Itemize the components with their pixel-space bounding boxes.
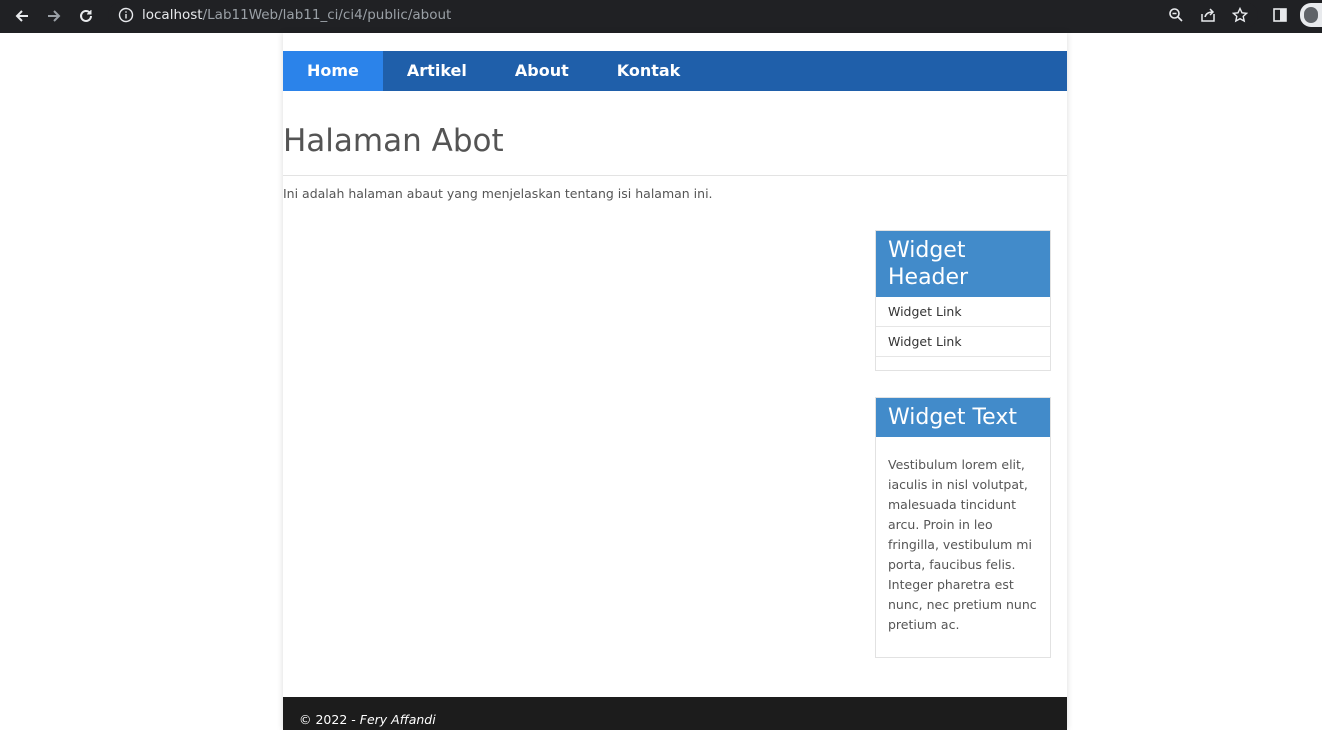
widget-text: Widget Text Vestibulum lorem elit, iacul… [875,397,1051,658]
page-viewport: Home Artikel About Kontak Halaman Abot I… [0,33,1322,730]
nav-item-home[interactable]: Home [283,51,383,91]
widget-links: Widget Header Widget Link Widget Link [875,230,1051,371]
intro-text: Ini adalah halaman abaut yang menjelaska… [283,186,713,201]
widget-text-title: Widget Text [876,398,1050,437]
page-title: Halaman Abot [283,123,504,159]
side-panel-icon [1273,8,1287,22]
forward-arrow-icon [48,10,61,22]
share-icon [1201,8,1215,22]
widget-text-body: Vestibulum lorem elit, iaculis in nisl v… [888,457,1037,632]
widget-spacer [876,357,1050,370]
footer-copyright: © 2022 - [299,712,360,727]
info-icon[interactable] [118,7,134,23]
url-path: /Lab11Web/lab11_ci/ci4/public/about [202,7,452,23]
reload-button[interactable] [73,3,99,29]
bookmark-button[interactable] [1230,5,1250,25]
site-footer: © 2022 - Fery Affandi [283,697,1067,730]
forward-button[interactable] [41,3,67,29]
main-nav: Home Artikel About Kontak [283,51,1067,91]
title-divider [283,175,1067,176]
back-arrow-icon [15,10,28,22]
widget-header-title: Widget Header [876,231,1050,297]
nav-item-kontak[interactable]: Kontak [593,51,705,91]
back-button[interactable] [9,3,35,29]
url-host: localhost [142,7,203,23]
nav-item-about[interactable]: About [491,51,593,91]
zoom-button[interactable] [1166,5,1186,25]
widget-link[interactable]: Widget Link [876,297,1050,327]
widget-link[interactable]: Widget Link [876,327,1050,357]
browser-toolbar: localhost/Lab11Web/lab11_ci/ci4/public/a… [0,0,1322,33]
star-icon [1232,7,1248,23]
zoom-icon [1169,8,1183,22]
reload-icon [80,9,92,22]
address-bar[interactable]: localhost/Lab11Web/lab11_ci/ci4/public/a… [108,2,1258,28]
footer-author: Fery Affandi [359,712,436,727]
side-panel-button[interactable] [1270,5,1290,25]
nav-item-artikel[interactable]: Artikel [383,51,491,91]
site-container: Home Artikel About Kontak Halaman Abot I… [283,33,1067,730]
profile-avatar-icon[interactable] [1300,3,1322,27]
share-button[interactable] [1198,5,1218,25]
url-text[interactable]: localhost/Lab11Web/lab11_ci/ci4/public/a… [142,7,451,23]
